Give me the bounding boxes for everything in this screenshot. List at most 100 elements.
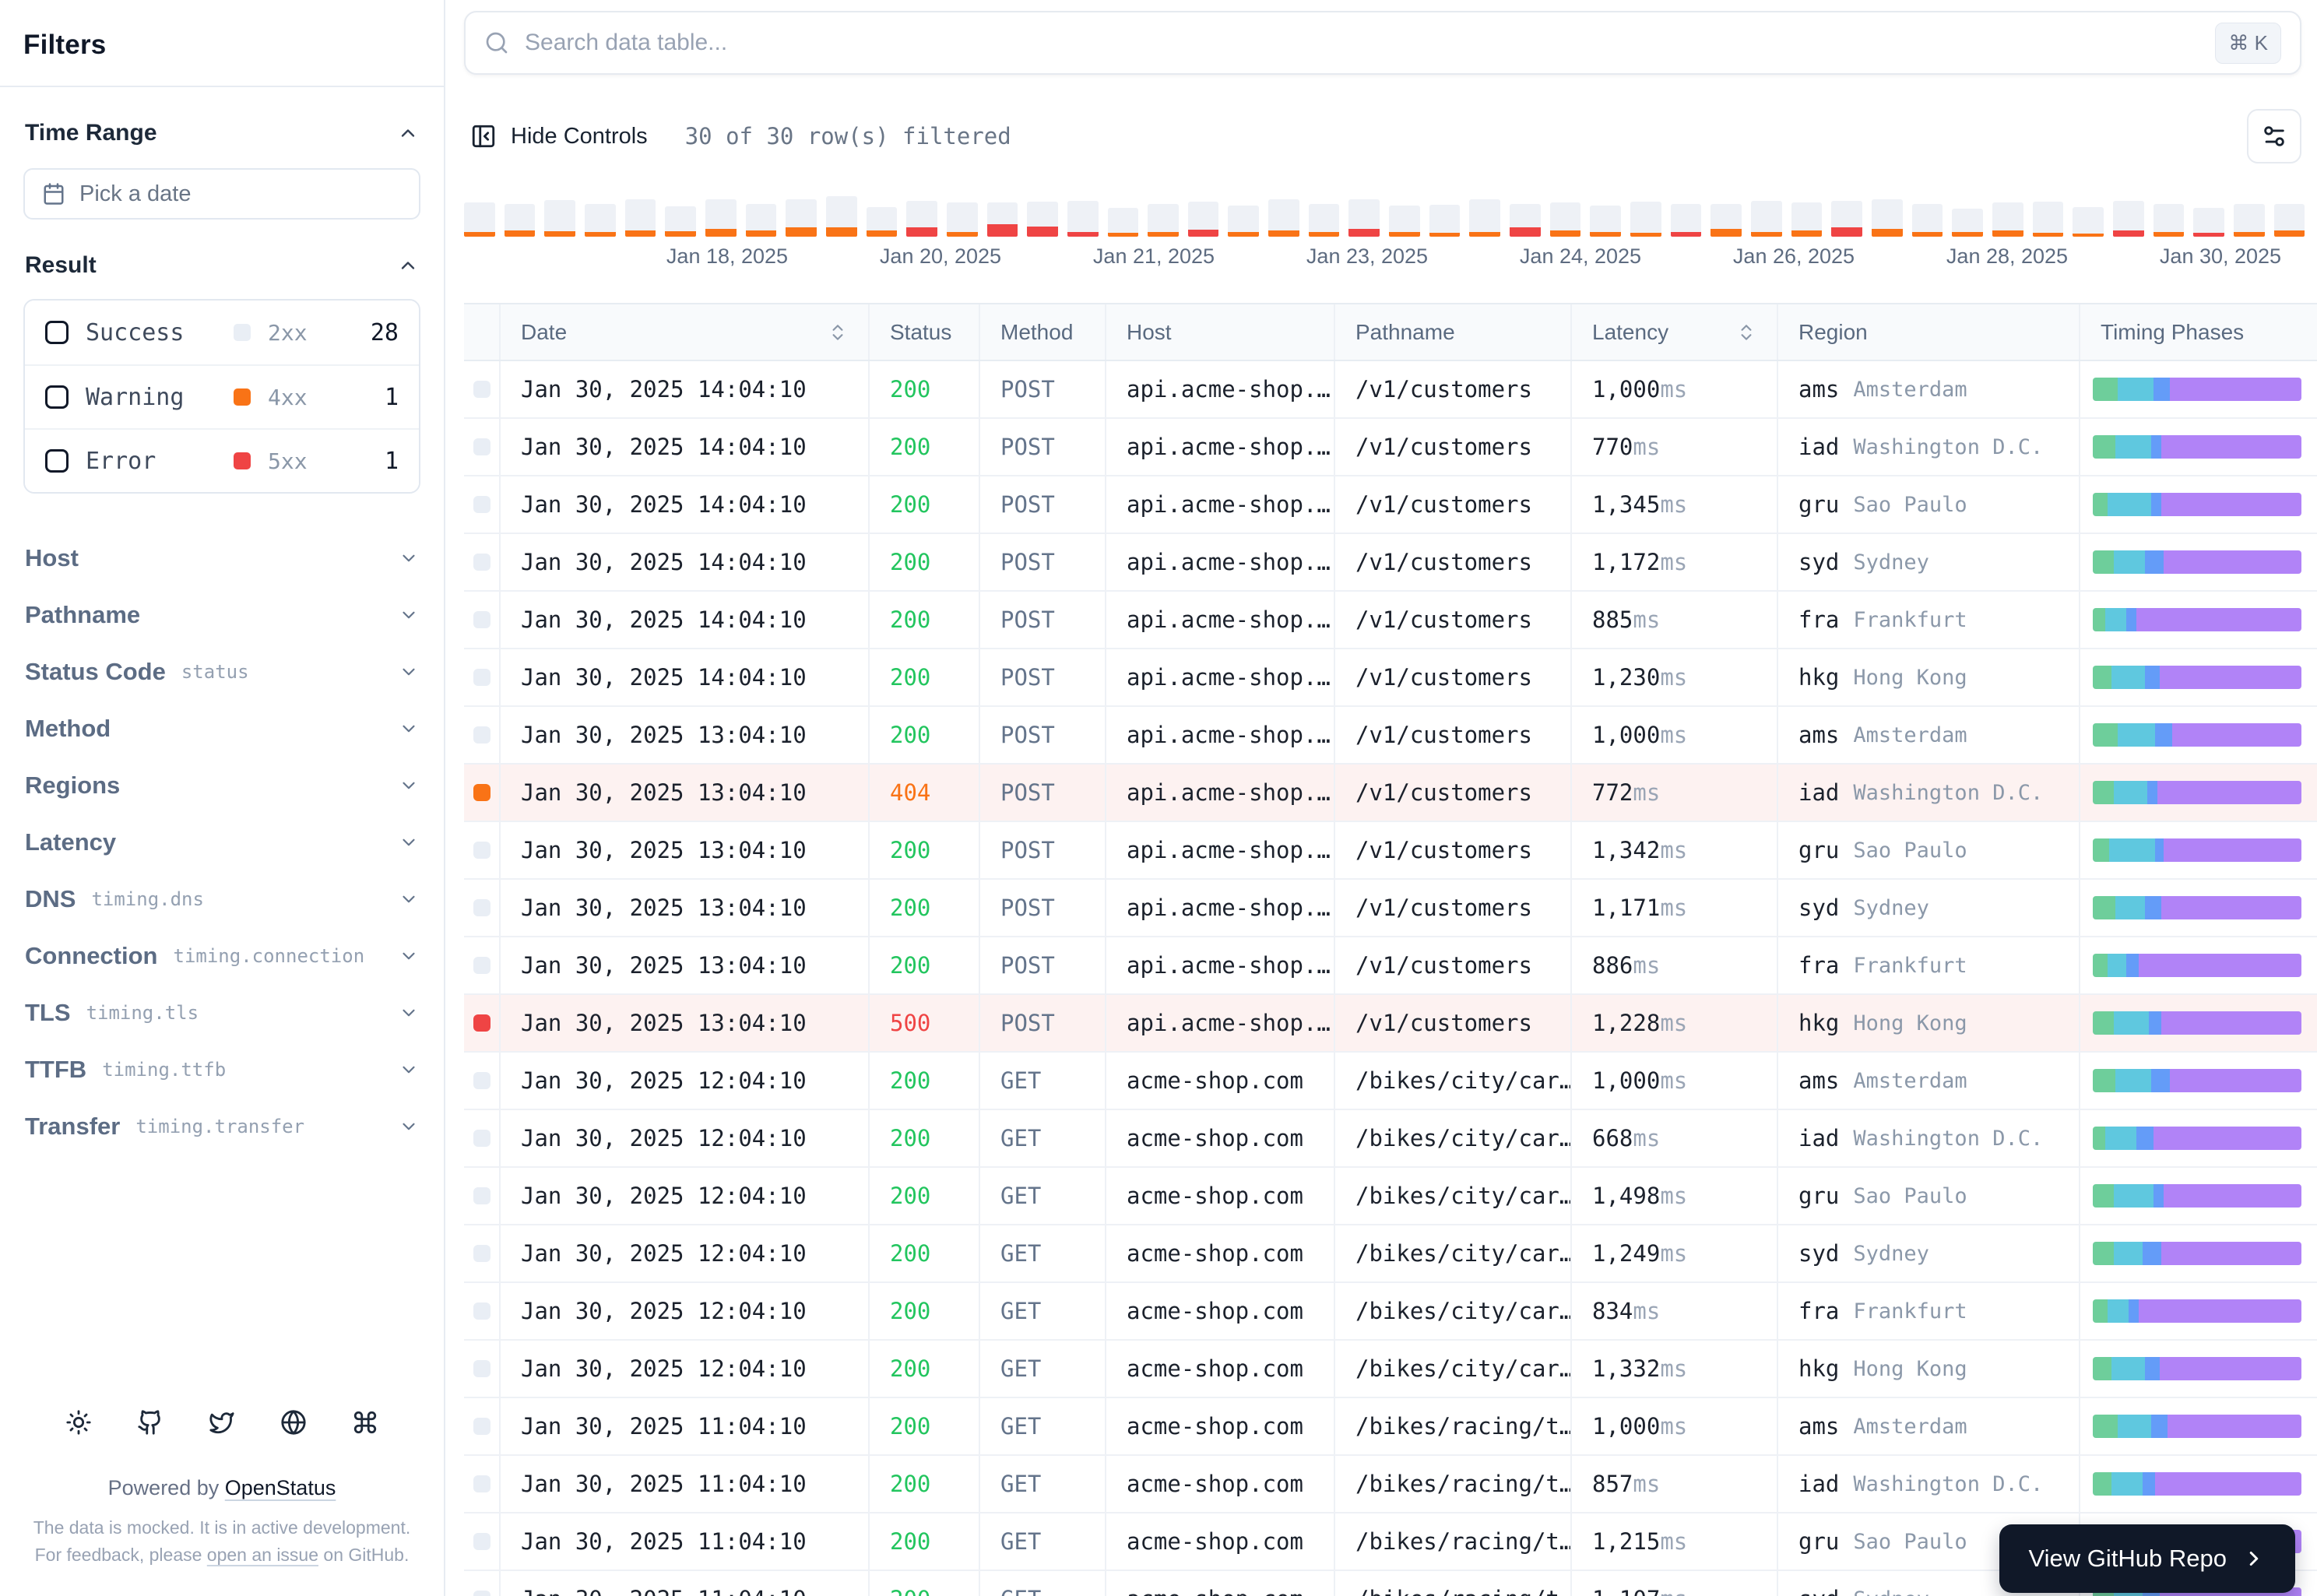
table-row[interactable]: Jan 30, 2025 12:04:10 200 GET acme-shop.com… bbox=[464, 1110, 2317, 1168]
histogram-bar[interactable] bbox=[1670, 204, 1702, 237]
histogram-bar[interactable] bbox=[1027, 202, 1058, 237]
histogram-bar[interactable] bbox=[1630, 202, 1661, 237]
sidebar-filter-tls[interactable]: TLS timing.tls bbox=[0, 984, 444, 1041]
histogram-bar[interactable] bbox=[1549, 202, 1581, 237]
table-row[interactable]: Jan 30, 2025 13:04:10 200 POST api.acme-sho… bbox=[464, 937, 2317, 995]
view-github-repo-button[interactable]: View GitHub Repo bbox=[1999, 1524, 2295, 1593]
histogram-bar[interactable] bbox=[946, 202, 978, 237]
hide-controls-button[interactable]: Hide Controls bbox=[464, 123, 654, 149]
table-row[interactable]: Jan 30, 2025 12:04:10 200 GET acme-shop.com… bbox=[464, 1283, 2317, 1341]
github-icon[interactable] bbox=[137, 1409, 163, 1436]
sidebar-filter-connection[interactable]: Connection timing.connection bbox=[0, 927, 444, 984]
histogram-bar[interactable] bbox=[1268, 199, 1299, 237]
histogram-bar[interactable] bbox=[1590, 206, 1622, 237]
table-row[interactable]: Jan 30, 2025 14:04:10 200 POST api.acme-sho… bbox=[464, 476, 2317, 534]
sun-icon[interactable] bbox=[65, 1409, 92, 1436]
histogram-bar[interactable] bbox=[1228, 206, 1260, 237]
histogram-bar[interactable] bbox=[786, 199, 817, 237]
histogram-bar[interactable] bbox=[1911, 204, 1943, 237]
table-row[interactable]: Jan 30, 2025 13:04:10 200 POST api.acme-sho… bbox=[464, 707, 2317, 765]
histogram-bar[interactable] bbox=[1751, 201, 1782, 237]
histogram-bar[interactable] bbox=[2233, 204, 2265, 237]
histogram-bar[interactable] bbox=[1348, 199, 1380, 237]
result-option-success[interactable]: Success 2xx 28 bbox=[25, 301, 419, 364]
table-row[interactable]: Jan 30, 2025 12:04:10 200 GET acme-shop.com… bbox=[464, 1225, 2317, 1283]
date-picker-button[interactable]: Pick a date bbox=[23, 168, 420, 220]
histogram-bar[interactable] bbox=[1067, 201, 1099, 237]
table-row[interactable]: Jan 30, 2025 14:04:10 200 POST api.acme-sho… bbox=[464, 361, 2317, 419]
histogram-bar[interactable] bbox=[866, 207, 898, 237]
histogram-bar[interactable] bbox=[705, 199, 737, 237]
histogram-bar[interactable] bbox=[2112, 201, 2144, 237]
histogram-bar[interactable] bbox=[624, 199, 656, 237]
sidebar-filter-transfer[interactable]: Transfer timing.transfer bbox=[0, 1098, 444, 1155]
twitter-icon[interactable] bbox=[209, 1409, 235, 1436]
histogram-bar[interactable] bbox=[2153, 204, 2185, 237]
histogram-bar[interactable] bbox=[986, 202, 1018, 237]
histogram-bar[interactable] bbox=[2073, 207, 2104, 237]
globe-icon[interactable] bbox=[280, 1409, 307, 1436]
command-icon[interactable] bbox=[352, 1409, 378, 1436]
histogram-bar[interactable] bbox=[825, 196, 857, 237]
time-range-section-toggle[interactable]: Time Range bbox=[0, 120, 444, 146]
checkbox[interactable] bbox=[45, 321, 69, 344]
table-row[interactable]: Jan 30, 2025 13:04:10 200 POST api.acme-sho… bbox=[464, 880, 2317, 937]
table-row[interactable]: Jan 30, 2025 14:04:10 200 POST api.acme-sho… bbox=[464, 592, 2317, 649]
table-row[interactable]: Jan 30, 2025 14:04:10 200 POST api.acme-sho… bbox=[464, 419, 2317, 476]
histogram-bar[interactable] bbox=[665, 206, 696, 237]
sidebar-filter-regions[interactable]: Regions bbox=[0, 757, 444, 814]
table-row[interactable]: Jan 30, 2025 14:04:10 200 POST api.acme-sho… bbox=[464, 649, 2317, 707]
histogram-bar[interactable] bbox=[1510, 204, 1541, 237]
histogram-bar[interactable] bbox=[1992, 202, 2023, 237]
histogram-bar[interactable] bbox=[1711, 204, 1742, 237]
histogram-bar[interactable] bbox=[1831, 201, 1862, 237]
histogram-bar[interactable] bbox=[1187, 202, 1219, 237]
result-option-error[interactable]: Error 5xx 1 bbox=[25, 428, 419, 492]
histogram-bar[interactable] bbox=[1389, 206, 1420, 237]
table-row[interactable]: Jan 30, 2025 12:04:10 200 GET acme-shop.com… bbox=[464, 1341, 2317, 1398]
table-row[interactable]: Jan 30, 2025 13:04:10 404 POST api.acme-sho… bbox=[464, 765, 2317, 822]
table-row[interactable]: Jan 30, 2025 11:04:10200GETacme-shop.com… bbox=[464, 1456, 2317, 1513]
histogram-bar[interactable] bbox=[1308, 204, 1340, 237]
table-row[interactable]: Jan 30, 2025 13:04:10 200 POST api.acme-sho… bbox=[464, 822, 2317, 880]
column-header-date[interactable]: Date bbox=[499, 304, 868, 360]
checkbox[interactable] bbox=[45, 449, 69, 473]
column-header-latency[interactable]: Latency bbox=[1570, 304, 1777, 360]
sidebar-filter-method[interactable]: Method bbox=[0, 700, 444, 757]
openstatus-link[interactable]: OpenStatus bbox=[225, 1476, 336, 1499]
histogram-bar[interactable] bbox=[1791, 202, 1823, 237]
filter-label: TTFB bbox=[25, 1055, 87, 1083]
histogram-bar[interactable] bbox=[544, 200, 575, 237]
sidebar-filter-dns[interactable]: DNS timing.dns bbox=[0, 870, 444, 927]
histogram-bar[interactable] bbox=[1148, 204, 1179, 237]
histogram-bar[interactable] bbox=[584, 204, 616, 237]
histogram-bar[interactable] bbox=[1871, 199, 1903, 237]
histogram-bar[interactable] bbox=[1469, 199, 1501, 237]
open-issue-link[interactable]: open an issue bbox=[207, 1545, 318, 1565]
histogram-bar[interactable] bbox=[2193, 208, 2224, 237]
histogram-bar[interactable] bbox=[2032, 202, 2064, 237]
result-option-warning[interactable]: Warning 4xx 1 bbox=[25, 364, 419, 428]
histogram-bar[interactable] bbox=[2273, 204, 2305, 237]
histogram-bar[interactable] bbox=[464, 202, 495, 237]
histogram-bar[interactable] bbox=[504, 204, 536, 237]
sidebar-filter-ttfb[interactable]: TTFB timing.ttfb bbox=[0, 1041, 444, 1098]
view-options-button[interactable] bbox=[2247, 109, 2301, 163]
search-input[interactable] bbox=[525, 30, 2200, 56]
histogram-bar[interactable] bbox=[1952, 209, 1983, 237]
table-row[interactable]: Jan 30, 2025 11:04:10200GETacme-shop.com… bbox=[464, 1398, 2317, 1456]
sidebar-filter-host[interactable]: Host bbox=[0, 529, 444, 586]
result-section-toggle[interactable]: Result bbox=[0, 252, 444, 279]
histogram-bar[interactable] bbox=[1107, 208, 1139, 237]
sidebar-filter-status-code[interactable]: Status Code status bbox=[0, 643, 444, 700]
sidebar-filter-latency[interactable]: Latency bbox=[0, 814, 444, 870]
table-row[interactable]: Jan 30, 2025 13:04:10 500 POST api.acme-sho… bbox=[464, 995, 2317, 1053]
histogram-bar[interactable] bbox=[1429, 205, 1461, 237]
histogram-bar[interactable] bbox=[745, 204, 777, 237]
table-row[interactable]: Jan 30, 2025 12:04:10 200 GET acme-shop.com… bbox=[464, 1168, 2317, 1225]
table-row[interactable]: Jan 30, 2025 12:04:10 200 GET acme-shop.com… bbox=[464, 1053, 2317, 1110]
table-row[interactable]: Jan 30, 2025 14:04:10 200 POST api.acme-sho… bbox=[464, 534, 2317, 592]
checkbox[interactable] bbox=[45, 385, 69, 409]
histogram-bar[interactable] bbox=[906, 201, 937, 237]
sidebar-filter-pathname[interactable]: Pathname bbox=[0, 586, 444, 643]
